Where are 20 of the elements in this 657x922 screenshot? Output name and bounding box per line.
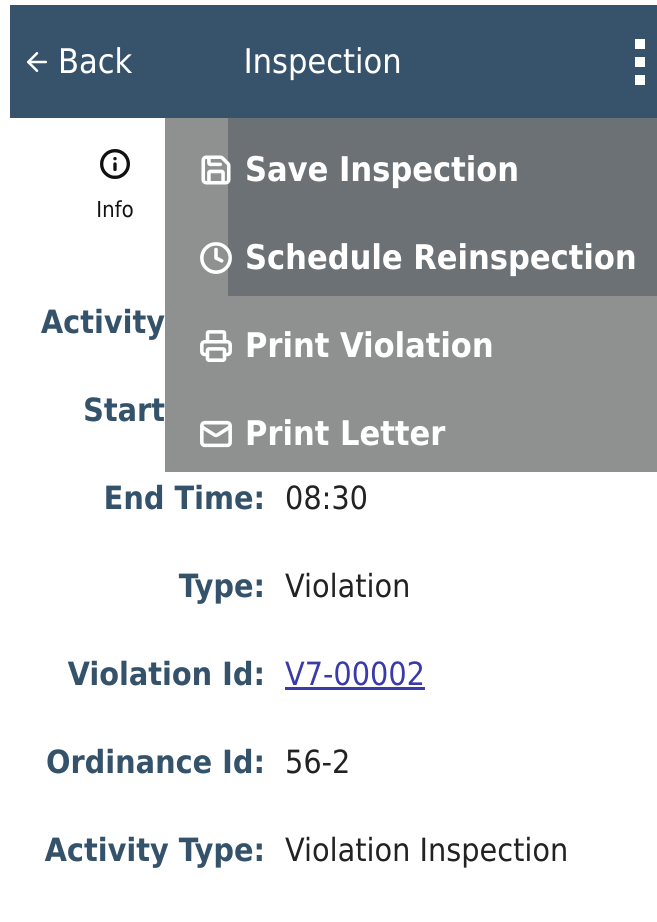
back-button[interactable]: Back: [22, 42, 132, 82]
field-label: Activity Type:: [44, 831, 265, 869]
info-icon: [99, 148, 131, 180]
printer-icon: [199, 329, 233, 363]
field-label: End Time:: [102, 479, 265, 517]
field-label: Activity: [40, 303, 165, 341]
field-value: 08:30: [285, 479, 368, 517]
field-value: Violation: [285, 567, 410, 605]
menu-item[interactable]: Print Letter: [165, 390, 657, 478]
field-value: Violation Inspection: [285, 831, 568, 869]
menu-item[interactable]: Print Violation: [165, 302, 657, 390]
field-label: Violation Id:: [66, 655, 265, 693]
clock-icon: [199, 241, 233, 275]
field-label: Type:: [178, 567, 265, 605]
violation-link[interactable]: V7-00002: [285, 655, 425, 693]
field-label: Ordinance Id:: [45, 743, 265, 781]
page-title: Inspection: [242, 42, 403, 82]
more-icon[interactable]: [633, 36, 647, 86]
field-label: Start: [82, 391, 165, 429]
field-value: 56-2: [285, 743, 350, 781]
